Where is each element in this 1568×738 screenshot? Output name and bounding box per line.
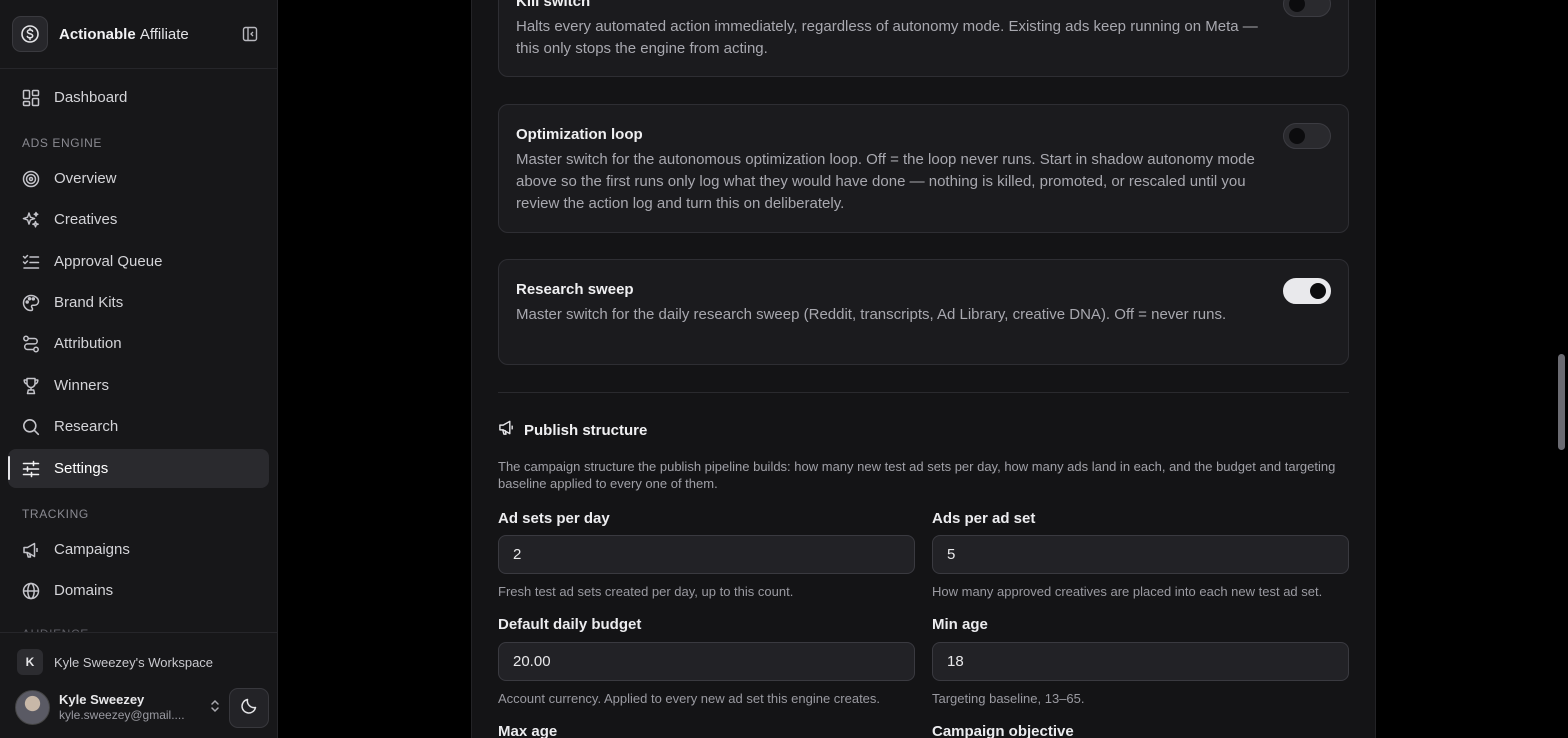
sidebar-item-overview[interactable]: Overview xyxy=(8,159,269,198)
chevrons-up-down-icon xyxy=(209,698,221,719)
sidebar-item-label: Dashboard xyxy=(54,89,128,106)
ads-per-ad-set-label: Ads per ad set xyxy=(932,510,1036,527)
kill-switch-title: Kill switch xyxy=(516,0,591,10)
ad-sets-per-day-label: Ad sets per day xyxy=(498,510,610,527)
megaphone-icon xyxy=(498,419,515,441)
sidebar-item-label: Domains xyxy=(54,582,114,599)
toggle-knob xyxy=(1289,128,1305,144)
research-sweep-title: Research sweep xyxy=(516,281,634,298)
sidebar-item-label: Attribution xyxy=(54,335,122,352)
theme-toggle-button[interactable] xyxy=(229,688,269,728)
ad-sets-per-day-input[interactable]: 2 xyxy=(498,535,915,574)
scrollbar-thumb[interactable] xyxy=(1558,354,1565,450)
max-age-label: Max age xyxy=(498,723,558,738)
research-sweep-card: Research sweep Master switch for the dai… xyxy=(498,259,1349,365)
user-menu[interactable]: Kyle Sweezey kyle.sweezey@gmail.... xyxy=(15,689,221,725)
sidebar-item-label: Approval Queue xyxy=(54,253,163,270)
active-indicator xyxy=(8,456,10,480)
min-age-help: Targeting baseline, 13–65. xyxy=(932,691,1085,706)
list-checks-icon xyxy=(21,252,41,272)
section-label-ads-engine: ADS ENGINE xyxy=(22,136,103,150)
min-age-input[interactable]: 18 xyxy=(932,642,1349,681)
optimization-loop-card: Optimization loop Master switch for the … xyxy=(498,104,1349,233)
workspace-switcher[interactable]: K Kyle Sweezey's Workspace xyxy=(17,649,213,675)
sidebar-item-label: Research xyxy=(54,418,119,435)
default-daily-budget-input[interactable]: 20.00 xyxy=(498,642,915,681)
user-name: Kyle Sweezey xyxy=(59,692,145,707)
sparkles-icon xyxy=(21,210,41,230)
kill-switch-desc: Halts every automated action immediately… xyxy=(516,18,1258,57)
sidebar-item-label: Creatives xyxy=(54,211,118,228)
sidebar-item-label: Campaigns xyxy=(54,541,130,558)
ads-per-ad-set-help: How many approved creatives are placed i… xyxy=(932,584,1323,599)
kill-switch-card: Kill switch Halts every automated action… xyxy=(498,0,1349,77)
dashboard-icon xyxy=(21,88,41,108)
ad-sets-per-day-help: Fresh test ad sets created per day, up t… xyxy=(498,584,794,599)
ads-per-ad-set-input[interactable]: 5 xyxy=(932,535,1349,574)
sliders-icon xyxy=(21,459,41,479)
sidebar-item-settings[interactable]: Settings xyxy=(8,449,269,488)
sidebar-item-research[interactable]: Research xyxy=(8,407,269,446)
campaign-objective-label: Campaign objective xyxy=(932,723,1074,738)
publish-structure-title: Publish structure xyxy=(524,421,648,439)
sidebar-item-label: Overview xyxy=(54,170,117,187)
sidebar-item-creatives[interactable]: Creatives xyxy=(8,200,269,239)
dollar-logo-icon xyxy=(12,16,48,52)
sidebar-item-label: Winners xyxy=(54,377,110,394)
sidebar-collapse-icon[interactable] xyxy=(240,24,260,44)
target-icon xyxy=(21,169,41,189)
research-sweep-toggle[interactable] xyxy=(1283,278,1331,304)
moon-icon xyxy=(240,697,258,720)
brand[interactable]: Actionable Affiliate xyxy=(12,16,266,52)
default-daily-budget-help: Account currency. Applied to every new a… xyxy=(498,691,881,706)
section-divider xyxy=(498,392,1349,393)
publish-structure-desc: The campaign structure the publish pipel… xyxy=(498,459,1336,491)
default-daily-budget-label: Default daily budget xyxy=(498,616,642,633)
sidebar-item-approval-queue[interactable]: Approval Queue xyxy=(8,242,269,281)
optimization-loop-toggle[interactable] xyxy=(1283,123,1331,149)
sidebar-item-label: Brand Kits xyxy=(54,294,124,311)
search-icon xyxy=(21,417,41,437)
min-age-label: Min age xyxy=(932,616,988,633)
avatar xyxy=(15,689,50,725)
kill-switch-toggle[interactable] xyxy=(1283,0,1331,17)
workspace-name: Kyle Sweezey's Workspace xyxy=(54,654,214,670)
sidebar: Actionable Affiliate Dashboard ADS ENGIN… xyxy=(0,0,278,738)
sidebar-item-winners[interactable]: Winners xyxy=(8,366,269,405)
workspace-badge: K xyxy=(17,649,43,675)
route-icon xyxy=(21,334,41,354)
user-email: kyle.sweezey@gmail.... xyxy=(59,708,185,722)
optimization-loop-desc: Master switch for the autonomous optimiz… xyxy=(516,151,1255,212)
brand-name: Actionable Affiliate xyxy=(59,25,189,43)
publish-structure-heading: Publish structure xyxy=(498,420,647,440)
toggle-knob xyxy=(1310,283,1326,299)
section-label-audience: AUDIENCE xyxy=(22,627,89,641)
sidebar-item-dashboard[interactable]: Dashboard xyxy=(8,78,269,117)
palette-icon xyxy=(21,293,41,313)
sidebar-item-brand-kits[interactable]: Brand Kits xyxy=(8,283,269,322)
section-label-tracking: TRACKING xyxy=(22,507,89,521)
sidebar-item-campaigns[interactable]: Campaigns xyxy=(8,530,269,569)
sidebar-footer-divider xyxy=(0,632,277,633)
toggle-knob xyxy=(1289,0,1305,12)
sidebar-item-attribution[interactable]: Attribution xyxy=(8,324,269,363)
sidebar-item-domains[interactable]: Domains xyxy=(8,571,269,610)
globe-icon xyxy=(21,581,41,601)
sidebar-divider xyxy=(0,68,277,69)
trophy-icon xyxy=(21,376,41,396)
sidebar-item-label: Settings xyxy=(54,460,109,477)
optimization-loop-title: Optimization loop xyxy=(516,126,643,143)
megaphone-icon xyxy=(21,540,41,560)
research-sweep-desc: Master switch for the daily research swe… xyxy=(516,306,1227,323)
